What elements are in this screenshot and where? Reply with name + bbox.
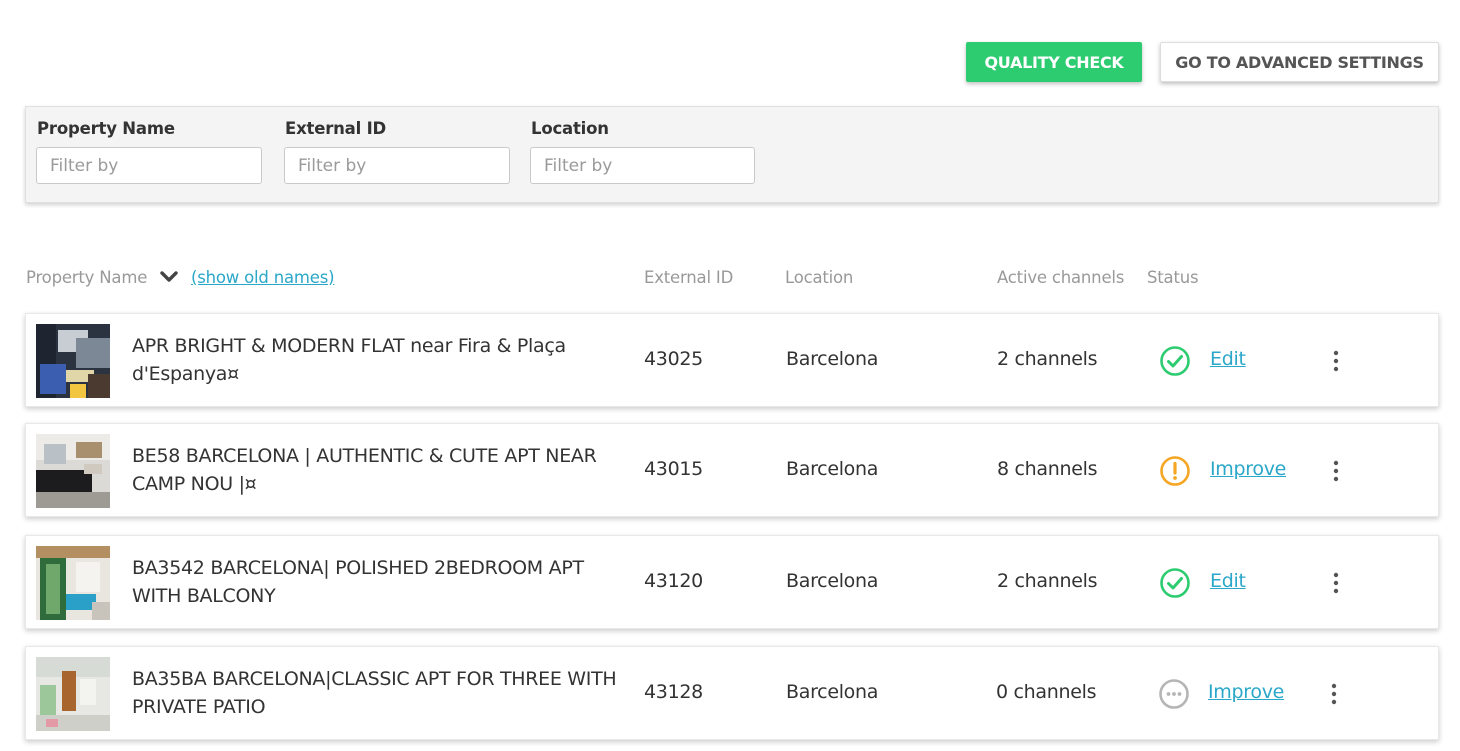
active-channels: 2 channels <box>997 570 1098 592</box>
edit-link[interactable]: Edit <box>1210 570 1246 592</box>
edit-link[interactable]: Edit <box>1210 348 1246 370</box>
column-header-active-channels: Active channels <box>997 268 1125 287</box>
table-row[interactable]: BA35BA BARCELONA|CLASSIC APT FOR THREE W… <box>25 646 1439 740</box>
external-id: 43015 <box>644 458 703 480</box>
filter-label: External ID <box>285 119 387 138</box>
external-id: 43120 <box>644 570 703 592</box>
more-options-icon[interactable] <box>1324 680 1344 708</box>
external-id: 43025 <box>644 348 703 370</box>
location: Barcelona <box>786 458 879 480</box>
more-options-icon[interactable] <box>1326 347 1346 375</box>
more-options-icon[interactable] <box>1326 457 1346 485</box>
filter-location: Location <box>530 119 755 184</box>
property-thumbnail <box>36 324 110 398</box>
quality-check-button[interactable]: QUALITY CHECK <box>966 42 1142 82</box>
table-row[interactable]: BE58 BARCELONA | AUTHENTIC & CUTE APT NE… <box>25 423 1439 517</box>
location: Barcelona <box>786 681 879 703</box>
property-name: BE58 BARCELONA | AUTHENTIC & CUTE APT NE… <box>132 445 597 495</box>
property-thumbnail <box>36 546 110 620</box>
active-channels: 2 channels <box>997 348 1098 370</box>
external-id-filter-input[interactable] <box>284 147 510 184</box>
table-row[interactable]: APR BRIGHT & MODERN FLAT near Fira & Pla… <box>25 313 1439 407</box>
property-name: BA3542 BARCELONA| POLISHED 2BEDROOM APT … <box>132 557 584 607</box>
filter-property-name: Property Name <box>36 119 262 184</box>
table-row[interactable]: BA3542 BARCELONA| POLISHED 2BEDROOM APT … <box>25 535 1439 629</box>
property-name: APR BRIGHT & MODERN FLAT near Fira & Pla… <box>132 335 566 385</box>
column-header-status: Status <box>1147 268 1199 287</box>
improve-link[interactable]: Improve <box>1208 681 1284 703</box>
active-channels: 0 channels <box>996 681 1097 703</box>
active-channels: 8 channels <box>997 458 1098 480</box>
property-name: BA35BA BARCELONA|CLASSIC APT FOR THREE W… <box>132 668 617 718</box>
column-header-location: Location <box>785 268 854 287</box>
location: Barcelona <box>786 348 879 370</box>
location: Barcelona <box>786 570 879 592</box>
more-options-icon[interactable] <box>1326 569 1346 597</box>
ellipsis-circle-icon <box>1159 679 1189 709</box>
filter-panel: Property Name External ID Location <box>25 106 1439 203</box>
column-header-property-name[interactable]: Property Name <box>26 268 147 287</box>
chevron-down-icon[interactable] <box>160 270 178 284</box>
filter-label: Location <box>531 119 609 138</box>
exclamation-circle-icon <box>1160 456 1190 486</box>
filter-label: Property Name <box>37 119 175 138</box>
property-thumbnail <box>36 657 110 731</box>
filter-external-id: External ID <box>284 119 510 184</box>
property-thumbnail <box>36 434 110 508</box>
property-name-filter-input[interactable] <box>36 147 262 184</box>
external-id: 43128 <box>644 681 703 703</box>
location-filter-input[interactable] <box>530 147 755 184</box>
check-circle-icon <box>1160 346 1190 376</box>
advanced-settings-button[interactable]: GO TO ADVANCED SETTINGS <box>1160 42 1439 82</box>
improve-link[interactable]: Improve <box>1210 458 1286 480</box>
check-circle-icon <box>1160 568 1190 598</box>
column-header-external-id: External ID <box>644 268 734 287</box>
show-old-names-link[interactable]: (show old names) <box>191 268 335 287</box>
